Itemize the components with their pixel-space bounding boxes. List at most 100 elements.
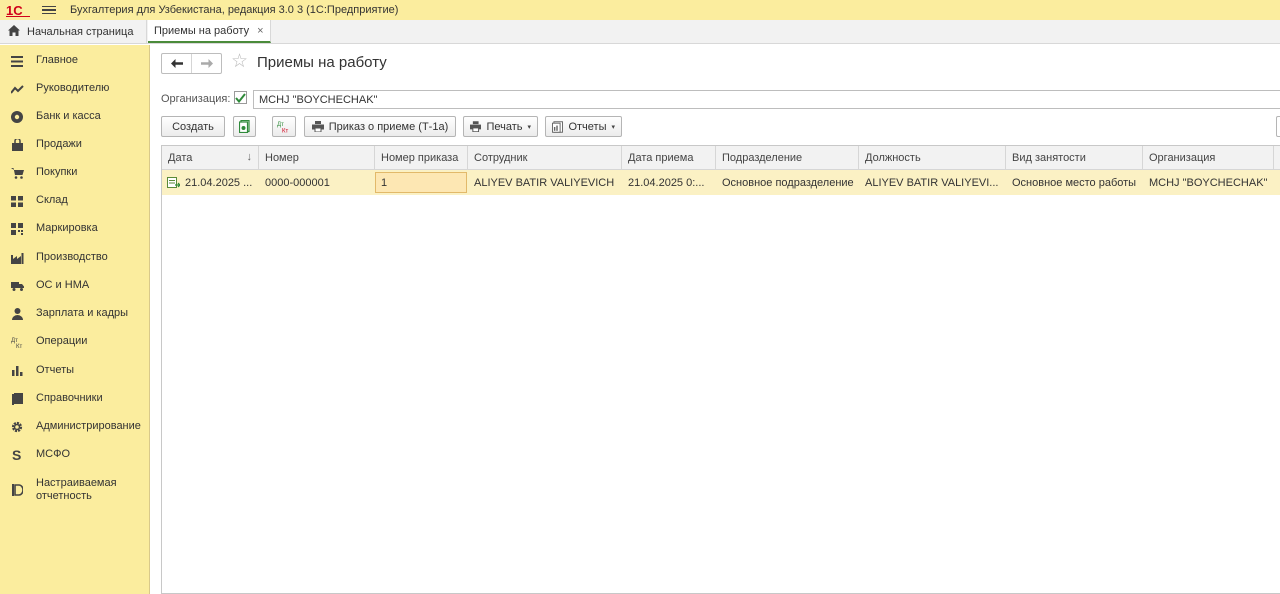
svg-text:Кт: Кт (282, 129, 288, 134)
organization-field[interactable]: MCHJ "BOYCHECHAK" (253, 90, 1280, 109)
dt-kt-button[interactable]: Дт Кт (272, 116, 296, 137)
person-icon (10, 307, 24, 321)
tab-hirings[interactable]: Приемы на работу × (148, 20, 271, 43)
main-menu-icon[interactable] (42, 0, 56, 20)
coin-icon (10, 110, 24, 124)
sidebar-item-ifrs[interactable]: S МСФО (0, 448, 150, 462)
column-header-employee[interactable]: Сотрудник (468, 146, 622, 170)
chevron-down-icon: ▾ (527, 123, 531, 131)
cell-order-number[interactable]: 1 (375, 172, 467, 193)
bag-icon (10, 138, 24, 152)
reports-menu-label: Отчеты (568, 120, 607, 133)
cell-employee[interactable]: ALIYEV BATIR VALIYEVICH (468, 170, 622, 195)
copy-document-button[interactable] (233, 116, 256, 137)
favorite-star-icon[interactable]: ☆ (231, 52, 248, 72)
qr-icon (10, 222, 24, 236)
sidebar-item-label: Операции (36, 335, 88, 347)
sidebar-item-fixed-assets[interactable]: ОС и НМА (0, 279, 150, 293)
cell-date[interactable]: 21.04.2025 ... (162, 170, 259, 195)
sidebar-item-main[interactable]: Главное (0, 54, 150, 68)
cell-position[interactable]: ALIYEV BATIR VALIYEVI... (859, 170, 1006, 195)
column-header-hire-date[interactable]: Дата приема (622, 146, 716, 170)
organization-filter-checkbox[interactable] (234, 91, 247, 104)
tab-home-label: Начальная страница (27, 25, 134, 38)
sidebar-item-warehouse[interactable]: Склад (0, 194, 150, 208)
sidebar-item-purchases[interactable]: Покупки (0, 166, 150, 180)
truck-icon (10, 279, 24, 293)
cell-organization[interactable]: MCHJ "BOYCHECHAK" (1143, 170, 1274, 195)
sidebar-item-production[interactable]: Производство (0, 251, 150, 265)
printer-icon (470, 121, 482, 132)
column-header-organization[interactable]: Организация (1143, 146, 1274, 170)
print-hiring-order-button[interactable]: Приказ о приеме (Т-1а) (304, 116, 456, 137)
app-title: Бухгалтерия для Узбекистана, редакция 3.… (70, 4, 399, 16)
cell-number[interactable]: 0000-000001 (259, 170, 375, 195)
1c-logo[interactable]: 1С (4, 0, 34, 20)
sidebar-item-label: Покупки (36, 166, 78, 178)
sidebar-item-label: Настраиваемая отчетность (36, 477, 117, 502)
svg-text:Кт: Кт (16, 344, 22, 348)
cell-employment-type[interactable]: Основное место работы (1006, 170, 1143, 195)
cell-hire-date[interactable]: 21.04.2025 0:... (622, 170, 716, 195)
dt-kt-icon: ДтКт (10, 335, 24, 349)
table-header: Дата ↓ Номер Номер приказа Сотрудник Дат… (162, 146, 1280, 170)
warehouse-icon (10, 194, 24, 208)
reports-menu-button[interactable]: Отчеты ▾ (545, 116, 622, 137)
chevron-down-icon: ▾ (611, 123, 615, 131)
svg-text:1С: 1С (6, 3, 23, 17)
sort-down-icon: ↓ (246, 151, 253, 163)
organization-label: Организация: (161, 93, 231, 105)
menu-list-icon (10, 54, 24, 68)
title-bar: 1С Бухгалтерия для Узбекистана, редакция… (0, 0, 1280, 20)
sidebar-item-custom-reporting[interactable]: Настраиваемая отчетность (0, 477, 150, 503)
sidebar-item-reports[interactable]: Отчеты (0, 364, 150, 378)
sidebar-item-label: Отчеты (36, 364, 75, 376)
sidebar-item-label: Руководителю (36, 82, 110, 94)
hirings-table: Дата ↓ Номер Номер приказа Сотрудник Дат… (161, 145, 1280, 594)
column-header-number[interactable]: Номер (259, 146, 375, 170)
svg-text:Дт: Дт (277, 122, 284, 128)
create-button[interactable]: Создать (161, 116, 225, 137)
column-header-position[interactable]: Должность (859, 146, 1006, 170)
back-arrow-icon[interactable] (162, 54, 192, 73)
sidebar-item-administration[interactable]: Администрирование (0, 420, 150, 434)
sidebar-item-manager[interactable]: Руководителю (0, 82, 150, 96)
sidebar-item-label: Справочники (36, 392, 103, 404)
print-menu-label: Печать (486, 120, 523, 133)
cart-icon (10, 166, 24, 180)
tab-hirings-label: Приемы на работу (154, 24, 250, 37)
sidebar-item-sales[interactable]: Продажи (0, 138, 150, 152)
sidebar-item-label: Администрирование (36, 420, 141, 432)
table-row[interactable]: 21.04.2025 ... 0000-000001 1 ALIYEV BATI… (162, 170, 1280, 195)
dollar-icon: S (10, 448, 24, 462)
close-icon[interactable]: × (257, 25, 263, 37)
trend-icon (10, 82, 24, 96)
copy-document-icon (238, 120, 250, 133)
tab-home[interactable]: Начальная страница (0, 20, 147, 43)
sidebar-item-label: Склад (36, 194, 68, 206)
forward-arrow-icon[interactable] (192, 54, 221, 73)
print-menu-button[interactable]: Печать ▾ (463, 116, 538, 137)
sidebar-item-marking[interactable]: Маркировка (0, 222, 150, 236)
navigation-buttons (161, 53, 222, 74)
sidebar: Главное Руководителю Банк и касса Продаж… (0, 45, 150, 594)
print-hiring-order-label: Приказ о приеме (Т-1а) (328, 120, 449, 133)
sidebar-item-directories[interactable]: Справочники (0, 392, 150, 406)
sidebar-item-bank[interactable]: Банк и касса (0, 110, 150, 124)
cell-department[interactable]: Основное подразделение (716, 170, 859, 195)
column-header-order-number[interactable]: Номер приказа (375, 146, 468, 170)
sidebar-item-salary[interactable]: Зарплата и кадры (0, 307, 150, 321)
sidebar-item-label: Производство (36, 251, 108, 263)
column-header-date[interactable]: Дата ↓ (162, 146, 259, 170)
sidebar-item-label: Зарплата и кадры (36, 307, 129, 319)
dt-kt-icon: ДтКт (277, 122, 288, 134)
sidebar-item-operations[interactable]: Дт Кт Операции (0, 335, 150, 349)
column-header-department[interactable]: Подразделение (716, 146, 859, 170)
report-icon (10, 483, 24, 497)
home-icon (8, 24, 20, 39)
column-header-employment-type[interactable]: Вид занятости (1006, 146, 1143, 170)
main-content: ☆ Приемы на работу Организация: MCHJ "BO… (151, 45, 1280, 594)
tabs-bar: Начальная страница Приемы на работу × (0, 20, 1280, 44)
more-actions-button[interactable] (1276, 116, 1280, 137)
book-icon (10, 392, 24, 406)
